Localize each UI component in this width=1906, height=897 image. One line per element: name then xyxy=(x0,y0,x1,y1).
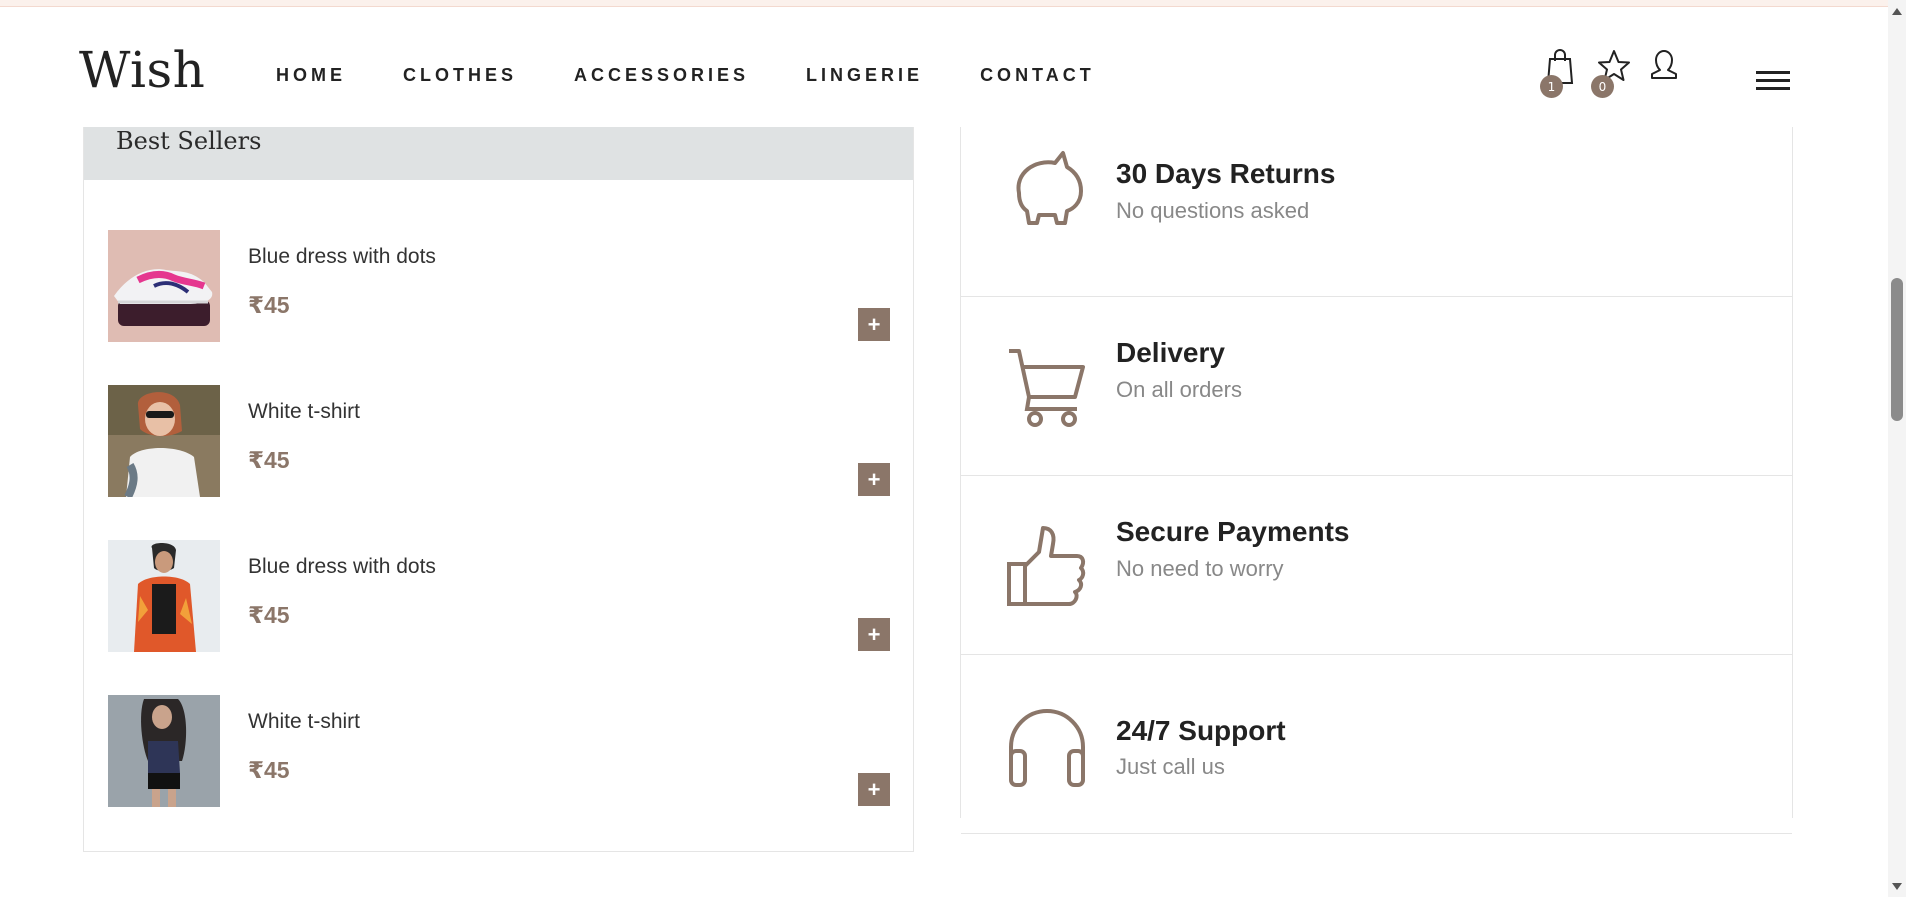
product-item: White t-shirt ₹45 + xyxy=(108,695,890,807)
product-name[interactable]: Blue dress with dots xyxy=(248,245,436,269)
add-to-cart-button[interactable]: + xyxy=(858,773,890,806)
top-accent-bar xyxy=(0,0,1888,7)
product-price: ₹45 xyxy=(248,292,290,318)
product-item: Blue dress with dots ₹45 + xyxy=(108,540,890,652)
best-sellers-title: Best Sellers xyxy=(116,127,262,155)
feature-subtitle: No need to worry xyxy=(1116,556,1284,581)
menu-line xyxy=(1756,87,1790,90)
account-button[interactable] xyxy=(1648,47,1688,93)
product-name[interactable]: White t-shirt xyxy=(248,710,360,734)
nav-item-home[interactable]: HOME xyxy=(276,65,346,86)
product-item: White t-shirt ₹45 + xyxy=(108,385,890,497)
product-item: Blue dress with dots ₹45 + xyxy=(108,230,890,342)
site-header: Wish HOME CLOTHES ACCESSORIES LINGERIE C… xyxy=(0,7,1888,127)
wishlist-count-badge: 0 xyxy=(1591,75,1614,98)
add-to-cart-button[interactable]: + xyxy=(858,463,890,496)
product-price: ₹45 xyxy=(248,447,290,473)
product-name[interactable]: White t-shirt xyxy=(248,400,360,424)
cart-button[interactable]: 1 xyxy=(1540,47,1582,98)
feature-subtitle: On all orders xyxy=(1116,377,1242,402)
thumbs-up-icon xyxy=(1007,526,1086,606)
features-panel: 30 Days Returns No questions asked Deliv… xyxy=(960,118,1793,834)
add-to-cart-button[interactable]: + xyxy=(858,308,890,341)
feature-title: Secure Payments xyxy=(1116,516,1350,547)
product-thumbnail[interactable] xyxy=(108,385,220,497)
best-sellers-panel: Best Sellers Blue dress with dots ₹45 + xyxy=(83,118,914,852)
scroll-down-arrow[interactable] xyxy=(1892,883,1902,890)
best-sellers-header: Best Sellers xyxy=(84,119,913,180)
woman-dark-hair-grey-photo xyxy=(108,695,220,807)
feature-title: 30 Days Returns xyxy=(1116,158,1336,189)
feature-title: Delivery xyxy=(1116,337,1225,368)
headphones-icon xyxy=(1009,709,1085,787)
woman-laughing-sunglasses-photo xyxy=(108,385,220,497)
feature-item: Delivery On all orders xyxy=(961,297,1792,476)
cart-icon xyxy=(1009,349,1085,427)
product-thumbnail[interactable] xyxy=(108,695,220,807)
main-nav: HOME CLOTHES ACCESSORIES LINGERIE CONTAC… xyxy=(276,65,1152,86)
nav-item-contact[interactable]: CONTACT xyxy=(980,65,1095,86)
scrollbar-thumb[interactable] xyxy=(1891,278,1903,421)
feature-title: 24/7 Support xyxy=(1116,715,1286,746)
page-scrollbar[interactable] xyxy=(1888,0,1906,897)
site-logo[interactable]: Wish xyxy=(79,41,205,99)
wishlist-button[interactable]: 0 xyxy=(1591,47,1634,98)
product-thumbnail[interactable] xyxy=(108,540,220,652)
hamburger-menu-icon[interactable] xyxy=(1756,71,1790,93)
scroll-up-arrow[interactable] xyxy=(1892,8,1902,15)
piggy-bank-icon xyxy=(1016,151,1083,225)
product-price: ₹45 xyxy=(248,757,290,783)
feature-subtitle: No questions asked xyxy=(1116,198,1310,223)
feature-item: 30 Days Returns No questions asked xyxy=(961,118,1792,297)
pink-sneaker-photo xyxy=(108,230,220,342)
feature-subtitle: Just call us xyxy=(1116,754,1225,779)
add-to-cart-button[interactable]: + xyxy=(858,618,890,651)
nav-item-accessories[interactable]: ACCESSORIES xyxy=(574,65,749,86)
feature-item: 24/7 Support Just call us xyxy=(961,655,1792,834)
product-price: ₹45 xyxy=(248,602,290,628)
menu-line xyxy=(1756,79,1790,82)
woman-orange-kimono-photo xyxy=(108,540,220,652)
menu-line xyxy=(1756,71,1790,74)
nav-item-clothes[interactable]: CLOTHES xyxy=(403,65,517,86)
nav-item-lingerie[interactable]: LINGERIE xyxy=(806,65,923,86)
product-thumbnail[interactable] xyxy=(108,230,220,342)
feature-item: Secure Payments No need to worry xyxy=(961,476,1792,655)
product-name[interactable]: Blue dress with dots xyxy=(248,555,436,579)
user-icon xyxy=(1651,50,1677,79)
cart-count-badge: 1 xyxy=(1540,75,1563,98)
